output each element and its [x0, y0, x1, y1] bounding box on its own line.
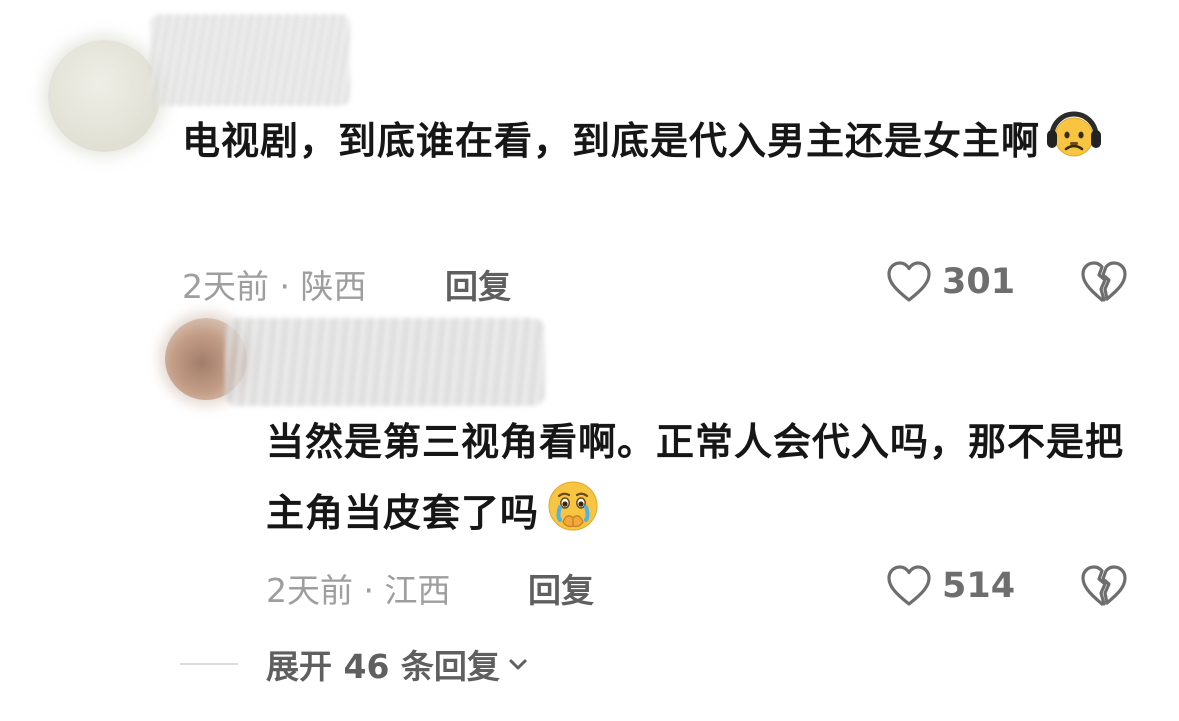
comment-text: 电视剧，到底谁在看，到底是代入男主还是女主啊 [182, 104, 1142, 185]
heart-outline-icon [887, 565, 931, 606]
comment-text-content: 电视剧，到底谁在看，到底是代入男主还是女主啊 [182, 119, 1041, 163]
comment-time: 2天前 [182, 267, 269, 306]
username-redacted [225, 318, 545, 406]
heart-outline-icon [887, 261, 931, 302]
username-redacted [150, 14, 350, 106]
divider-line [180, 663, 238, 665]
comment-text: 当然是第三视角看啊。正常人会代入吗，那不是把主角当皮套了吗 [266, 408, 1146, 557]
crying-face-covering-mouth-emoji [543, 476, 603, 557]
reply-button[interactable]: 回复 [528, 564, 594, 612]
comment-meta: 2天前 · 陕西 [182, 260, 367, 308]
expand-replies-button[interactable]: 展开 46 条回复 [266, 640, 530, 688]
comment-text-content: 当然是第三视角看啊。正常人会代入吗，那不是把主角当皮套了吗 [266, 420, 1125, 535]
dislike-button[interactable] [1080, 564, 1128, 612]
dislike-button[interactable] [1080, 260, 1128, 308]
headphones-frown-face-emoji [1044, 104, 1104, 185]
like-button[interactable]: 514 [886, 564, 1015, 608]
expand-replies-label: 展开 46 条回复 [266, 647, 500, 686]
like-button[interactable]: 301 [886, 260, 1015, 304]
broken-heart-icon [1081, 261, 1127, 302]
comment-meta: 2天前 · 江西 [266, 564, 451, 612]
like-count: 514 [942, 566, 1016, 606]
expand-replies-row: 展开 46 条回复 [180, 640, 530, 688]
meta-separator: · [279, 267, 291, 306]
avatar[interactable] [48, 40, 160, 152]
comment-time: 2天前 [266, 571, 353, 610]
meta-separator: · [363, 571, 375, 610]
broken-heart-icon [1081, 565, 1127, 606]
like-count: 301 [942, 262, 1016, 302]
comment-location: 江西 [384, 571, 451, 610]
comment-location: 陕西 [300, 267, 367, 306]
chevron-down-icon [509, 659, 527, 670]
reply-button[interactable]: 回复 [445, 260, 511, 308]
